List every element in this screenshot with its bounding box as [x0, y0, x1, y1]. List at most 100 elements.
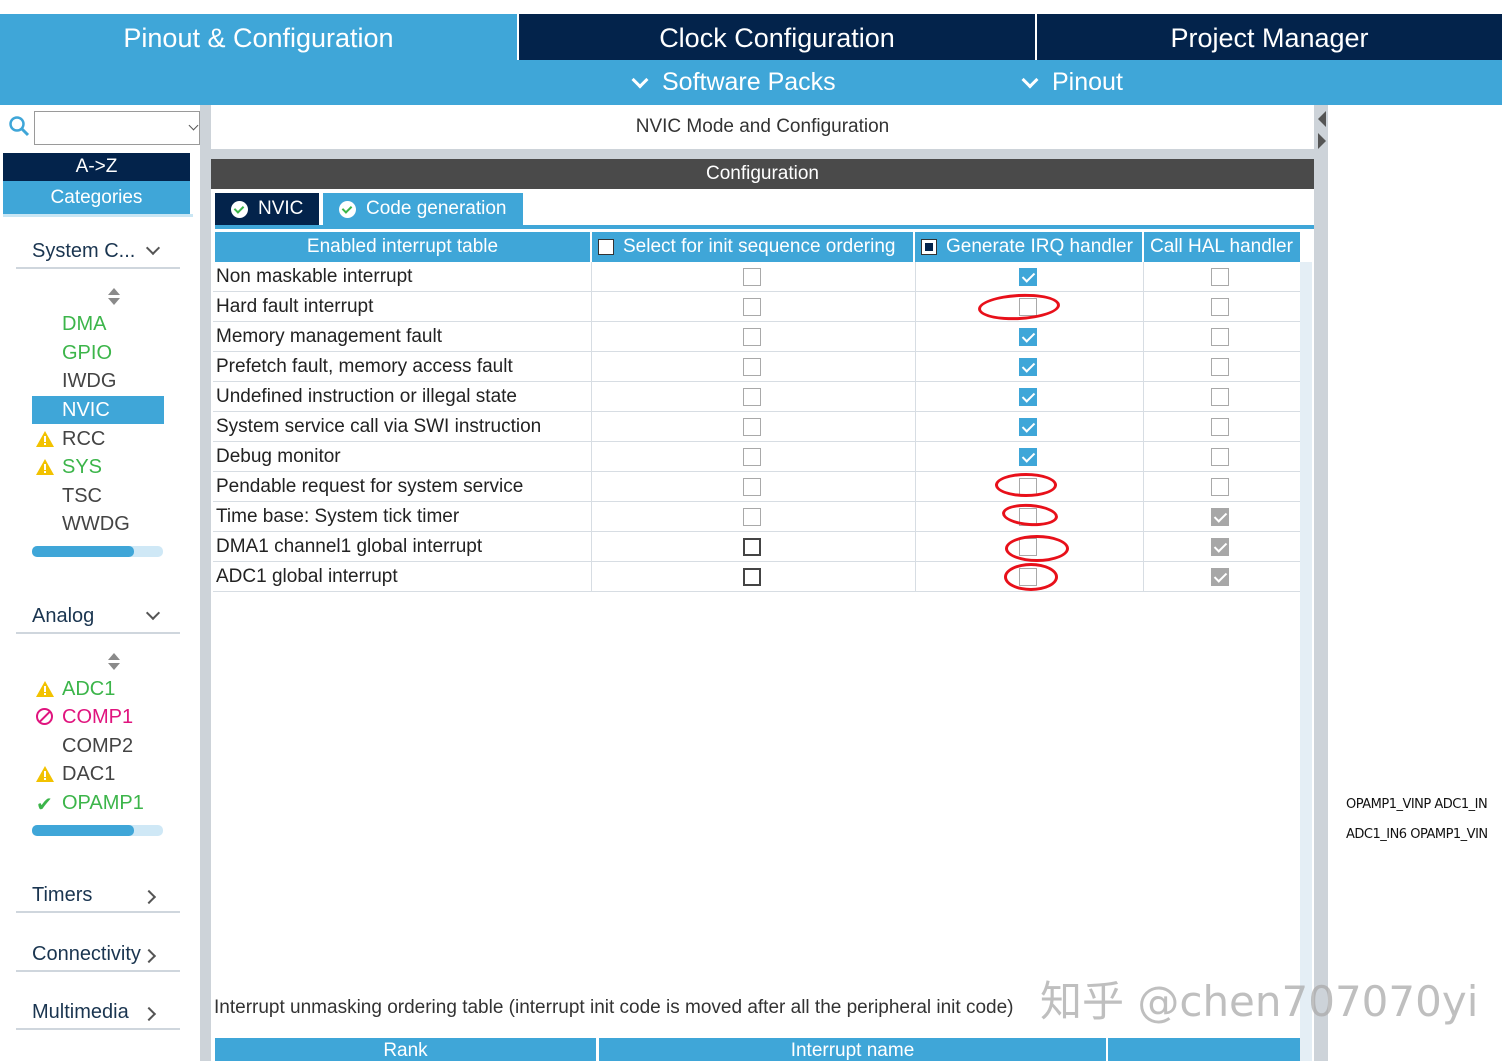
group-system-core[interactable]: System C...	[16, 235, 180, 269]
table-row[interactable]: Non maskable interrupt	[213, 262, 1300, 292]
periph-label: COMP2	[62, 734, 134, 757]
column-divider	[591, 532, 592, 562]
init-sequence-checkbox[interactable]	[743, 478, 761, 496]
system-core-scrollbar[interactable]	[32, 546, 163, 557]
select-all-checkbox[interactable]	[921, 239, 937, 255]
init-sequence-checkbox[interactable]	[743, 388, 761, 406]
software-packs-menu[interactable]: Software Packs	[631, 60, 836, 105]
search-icon[interactable]	[8, 115, 30, 137]
col-header-init-sequence[interactable]: Select for init sequence ordering	[592, 232, 913, 262]
periph-rcc[interactable]: RCC	[32, 425, 164, 453]
generate-irq-checkbox[interactable]	[1019, 418, 1037, 436]
call-hal-checkbox[interactable]	[1211, 538, 1229, 556]
search-input[interactable]	[34, 111, 200, 145]
periph-comp2[interactable]: COMP2	[32, 732, 164, 760]
table-row[interactable]: Undefined instruction or illegal state	[213, 382, 1300, 412]
periph-adc1[interactable]: ADC1	[32, 675, 164, 703]
table-row[interactable]: Hard fault interrupt	[213, 292, 1300, 322]
periph-dma[interactable]: DMA	[32, 310, 164, 338]
call-hal-checkbox[interactable]	[1211, 358, 1229, 376]
init-sequence-checkbox[interactable]	[743, 448, 761, 466]
group-connectivity[interactable]: Connectivity	[16, 938, 180, 972]
table-row[interactable]: ADC1 global interrupt	[213, 562, 1300, 592]
group-label: Multimedia	[32, 1000, 129, 1023]
collapse-left-icon[interactable]	[1318, 111, 1326, 127]
tab-label: Code generation	[366, 198, 507, 219]
call-hal-checkbox[interactable]	[1211, 328, 1229, 346]
call-hal-checkbox[interactable]	[1211, 298, 1229, 316]
periph-dac1[interactable]: DAC1	[32, 760, 164, 788]
call-hal-checkbox[interactable]	[1211, 388, 1229, 406]
generate-irq-checkbox[interactable]	[1019, 268, 1037, 286]
generate-irq-checkbox[interactable]	[1019, 448, 1037, 466]
init-sequence-checkbox[interactable]	[743, 538, 761, 556]
periph-sys[interactable]: SYS	[32, 453, 164, 481]
pinout-view[interactable]	[1328, 105, 1502, 1061]
tab-nvic[interactable]: NVIC	[215, 193, 319, 225]
periph-iwdg[interactable]: IWDG	[32, 367, 164, 395]
table-row[interactable]: Time base: System tick timer	[213, 502, 1300, 532]
generate-irq-checkbox[interactable]	[1019, 388, 1037, 406]
periph-nvic[interactable]: NVIC	[32, 396, 164, 424]
table-row[interactable]: System service call via SWI instruction	[213, 412, 1300, 442]
panel-splitter-left[interactable]	[200, 105, 211, 1061]
periph-tsc[interactable]: TSC	[32, 482, 164, 510]
table-row[interactable]: DMA1 channel1 global interrupt	[213, 532, 1300, 562]
col-header-extra[interactable]	[1108, 1038, 1300, 1061]
select-all-checkbox[interactable]	[598, 239, 614, 255]
col-header-call-hal[interactable]: Call HAL handler	[1144, 232, 1300, 262]
tab-pinout-configuration[interactable]: Pinout & Configuration	[0, 14, 517, 62]
group-multimedia[interactable]: Multimedia	[16, 996, 180, 1030]
tab-project-manager[interactable]: Project Manager	[1037, 14, 1502, 62]
expand-right-icon[interactable]	[1318, 133, 1326, 149]
generate-irq-checkbox[interactable]	[1019, 358, 1037, 376]
periph-opamp1[interactable]: ✔ OPAMP1	[32, 789, 164, 817]
table-row[interactable]: Pendable request for system service	[213, 472, 1300, 502]
col-header-enabled-interrupt[interactable]: Enabled interrupt table	[215, 232, 590, 262]
sort-az-button[interactable]: A->Z	[3, 153, 190, 181]
call-hal-checkbox[interactable]	[1211, 508, 1229, 526]
init-sequence-checkbox[interactable]	[743, 298, 761, 316]
analog-scrollbar[interactable]	[32, 825, 163, 836]
col-header-generate-irq[interactable]: Generate IRQ handler	[915, 232, 1142, 262]
column-divider	[915, 412, 916, 442]
init-sequence-checkbox[interactable]	[743, 568, 761, 586]
init-sequence-checkbox[interactable]	[743, 268, 761, 286]
categories-button[interactable]: Categories	[3, 181, 190, 214]
group-timers[interactable]: Timers	[16, 879, 180, 913]
chevron-down-icon[interactable]	[188, 120, 199, 131]
init-sequence-checkbox[interactable]	[743, 508, 761, 526]
annotation-circle	[1005, 535, 1069, 562]
init-sequence-checkbox[interactable]	[743, 418, 761, 436]
scrollbar-thumb[interactable]	[32, 825, 134, 836]
table-scrollbar[interactable]	[1300, 262, 1312, 1061]
table-row[interactable]: Memory management fault	[213, 322, 1300, 352]
col-header-interrupt-name[interactable]: Interrupt name	[599, 1038, 1106, 1061]
periph-wwdg[interactable]: WWDG	[32, 510, 164, 538]
interrupt-name: System service call via SWI instruction	[216, 416, 542, 437]
periph-gpio[interactable]: GPIO	[32, 339, 164, 367]
table-row[interactable]: Debug monitor	[213, 442, 1300, 472]
tab-clock-configuration[interactable]: Clock Configuration	[519, 14, 1035, 62]
init-sequence-checkbox[interactable]	[743, 328, 761, 346]
periph-comp1[interactable]: COMP1	[32, 703, 164, 731]
scrollbar-thumb[interactable]	[32, 546, 134, 557]
init-sequence-checkbox[interactable]	[743, 358, 761, 376]
column-divider	[1143, 442, 1144, 472]
tab-code-generation[interactable]: Code generation	[323, 193, 523, 225]
call-hal-checkbox[interactable]	[1211, 568, 1229, 586]
col-header-rank[interactable]: Rank	[215, 1038, 596, 1061]
call-hal-checkbox[interactable]	[1211, 478, 1229, 496]
call-hal-checkbox[interactable]	[1211, 418, 1229, 436]
chevron-down-icon	[1021, 71, 1039, 88]
group-analog[interactable]: Analog	[16, 600, 180, 634]
call-hal-checkbox[interactable]	[1211, 268, 1229, 286]
sort-arrows-icon[interactable]	[108, 653, 120, 671]
generate-irq-checkbox[interactable]	[1019, 328, 1037, 346]
call-hal-checkbox[interactable]	[1211, 448, 1229, 466]
panel-splitter-right[interactable]	[1314, 105, 1328, 1061]
sort-arrows-icon[interactable]	[108, 288, 120, 306]
table-row[interactable]: Prefetch fault, memory access fault	[213, 352, 1300, 382]
pin-label: OPAMP1_VINP ADC1_IN	[1346, 797, 1488, 812]
pinout-menu[interactable]: Pinout	[1021, 60, 1123, 105]
